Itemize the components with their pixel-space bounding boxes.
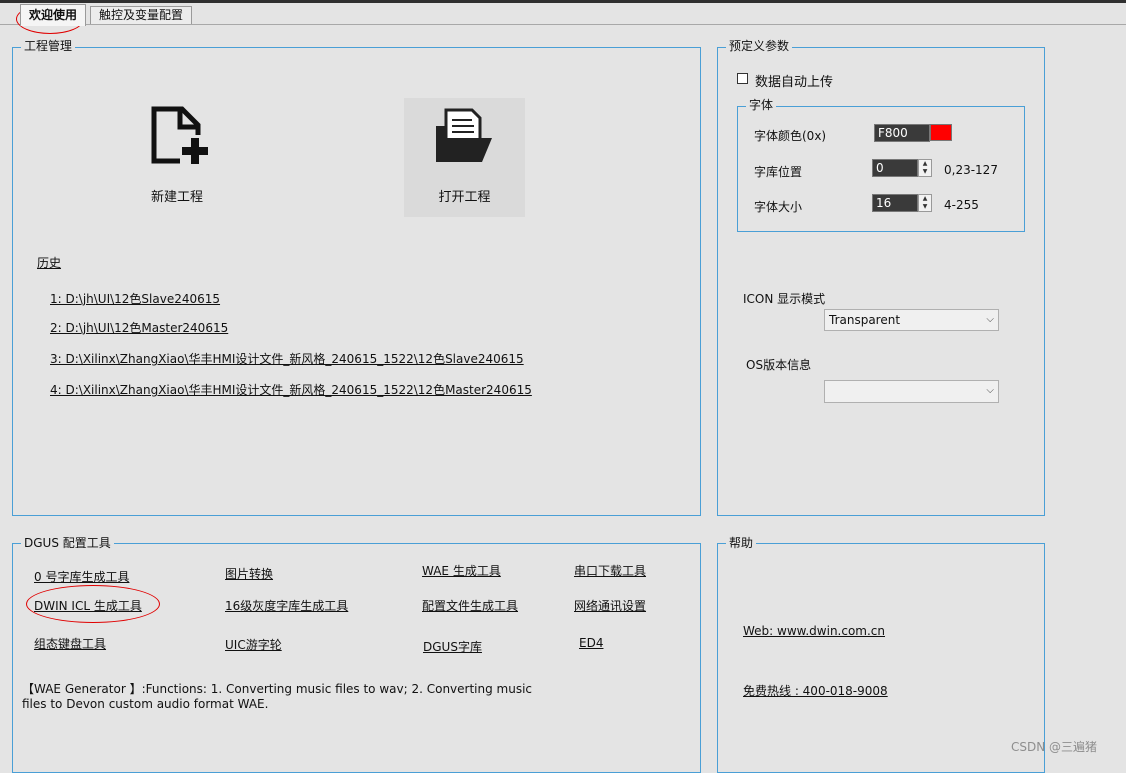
help-web-link[interactable]: Web: www.dwin.com.cn xyxy=(743,624,885,638)
tab-welcome[interactable]: 欢迎使用 xyxy=(20,4,87,26)
font-color-label: 字体颜色(0x) xyxy=(754,129,827,143)
os-version-select[interactable]: ⌵ xyxy=(824,380,999,403)
font-size-label: 字体大小 xyxy=(754,200,803,214)
tool-wae-generator[interactable]: WAE 生成工具 xyxy=(422,562,501,579)
new-project-button[interactable]: 新建工程 xyxy=(118,98,236,216)
tool-grayscale-font-generator[interactable]: 16级灰度字库生成工具 xyxy=(225,597,348,614)
tab-touch-variable-config[interactable]: 触控及变量配置 xyxy=(90,6,193,24)
tool-config-file-generator[interactable]: 配置文件生成工具 xyxy=(422,597,518,614)
font-group-title: 字体 xyxy=(746,98,777,112)
icon-mode-value: Transparent xyxy=(829,313,901,327)
tool-ed4[interactable]: ED4 xyxy=(579,636,603,650)
chevron-down-icon: ⌵ xyxy=(986,385,994,396)
history-item-2[interactable]: 2: D:\jh\UI\12色Master240615 xyxy=(50,319,228,336)
tool-description-line2: files to Devon custom audio format WAE. xyxy=(22,697,269,711)
font-library-input[interactable]: 0 xyxy=(872,159,918,177)
auto-upload-checkbox[interactable] xyxy=(737,73,748,84)
os-version-label: OS版本信息 xyxy=(746,358,812,372)
icon-mode-select[interactable]: Transparent ⌵ xyxy=(824,309,999,331)
help-hotline-link[interactable]: 免费热线 : 400-018-9008 xyxy=(743,682,888,699)
auto-upload-label: 数据自动上传 xyxy=(755,75,834,90)
csdn-watermark: CSDN @三遍猪 xyxy=(1011,740,1098,754)
new-project-label: 新建工程 xyxy=(150,190,203,205)
tool-uic-font-wheel[interactable]: UIC游字轮 xyxy=(225,636,282,653)
history-heading: 历史 xyxy=(37,256,62,270)
tool-image-convert[interactable]: 图片转换 xyxy=(225,565,273,582)
font-size-spinner[interactable]: ▲ ▼ xyxy=(918,194,932,212)
tool-description-line1: 【WAE Generator 】:Functions: 1. Convertin… xyxy=(22,682,533,696)
open-project-label: 打开工程 xyxy=(438,190,491,205)
new-file-icon xyxy=(151,106,210,165)
font-color-input[interactable]: F800 xyxy=(874,124,930,142)
font-library-spinner[interactable]: ▲ ▼ xyxy=(918,159,932,177)
red-annotation-icl xyxy=(26,585,160,623)
font-library-range: 0,23-127 xyxy=(944,163,998,177)
tab-bar-baseline xyxy=(0,24,1126,25)
font-size-input[interactable]: 16 xyxy=(872,194,918,212)
dgus-tools-title: DGUS 配置工具 xyxy=(21,536,114,550)
history-item-3[interactable]: 3: D:\Xilinx\ZhangXiao\华丰HMI设计文件_新风格_240… xyxy=(50,350,524,367)
tool-serial-download[interactable]: 串口下载工具 xyxy=(574,562,646,579)
project-management-title: 工程管理 xyxy=(21,39,76,53)
predefined-params-title: 预定义参数 xyxy=(726,39,793,53)
tool-keyboard[interactable]: 组态键盘工具 xyxy=(34,635,106,652)
font-library-label: 字库位置 xyxy=(754,165,803,179)
history-item-1[interactable]: 1: D:\jh\UI\12色Slave240615 xyxy=(50,290,220,307)
chevron-down-icon: ⌵ xyxy=(986,314,994,325)
tool-dgus-font[interactable]: DGUS字库 xyxy=(423,638,482,655)
help-group xyxy=(717,543,1045,773)
font-color-swatch[interactable] xyxy=(930,124,952,141)
history-item-4[interactable]: 4: D:\Xilinx\ZhangXiao\华丰HMI设计文件_新风格_240… xyxy=(50,381,532,398)
tool-network-settings[interactable]: 网络通讯设置 xyxy=(574,597,646,614)
window-top-edge xyxy=(0,0,1126,3)
open-folder-icon xyxy=(436,108,492,162)
help-title: 帮助 xyxy=(726,536,757,550)
project-management-group xyxy=(12,47,701,516)
open-project-button[interactable]: 打开工程 xyxy=(404,98,525,217)
icon-mode-label: ICON 显示模式 xyxy=(743,292,826,306)
font-size-range: 4-255 xyxy=(944,198,979,212)
tool-font0-generator[interactable]: 0 号字库生成工具 xyxy=(34,568,129,585)
tool-description: 【WAE Generator 】:Functions: 1. Convertin… xyxy=(22,682,532,712)
